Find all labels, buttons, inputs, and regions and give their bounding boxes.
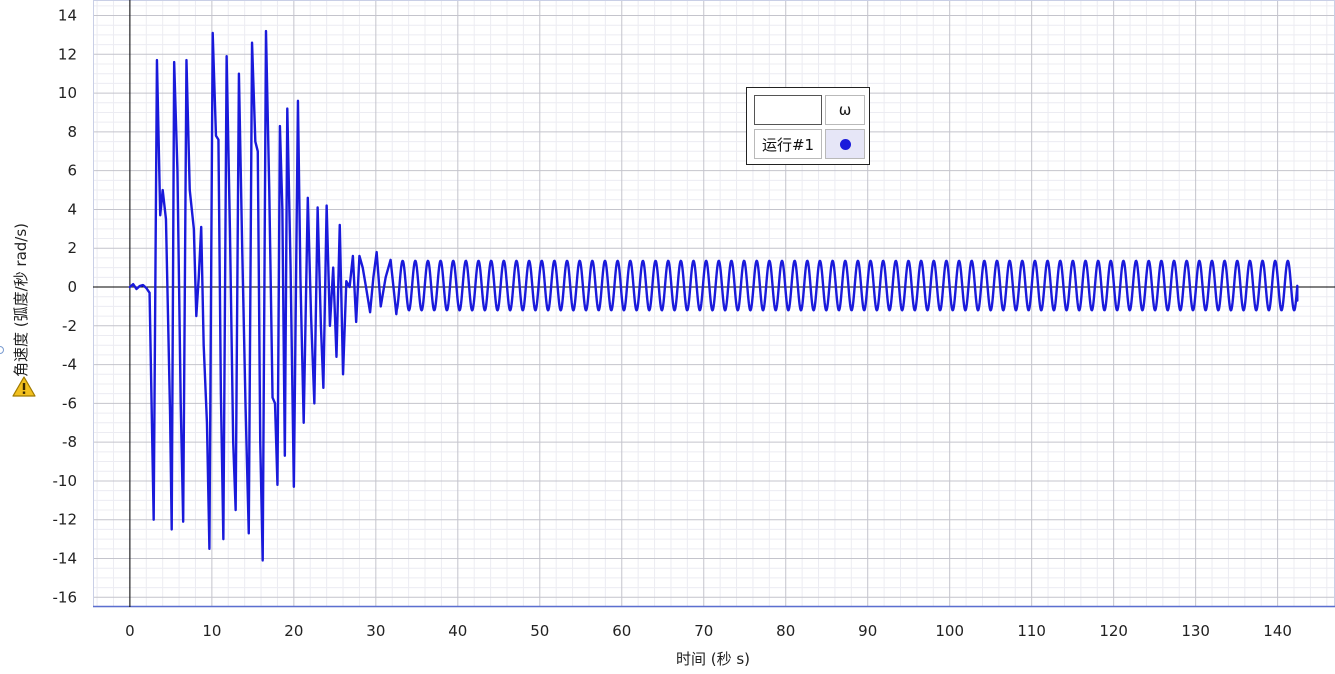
y-tick-label: -8 xyxy=(62,433,77,451)
y-tick-label: 2 xyxy=(67,239,77,257)
x-tick-label: 50 xyxy=(530,622,549,640)
y-tick-label: 12 xyxy=(58,45,77,63)
y-tick-label: 6 xyxy=(67,162,77,180)
x-tick-label: 100 xyxy=(935,622,964,640)
x-tick-label: 110 xyxy=(1017,622,1046,640)
y-tick-labels: 14 12 10 8 6 4 2 0 -2 -4 -6 -8 -10 -12 -14 -16 xyxy=(53,7,78,607)
x-tick-label: 130 xyxy=(1181,622,1210,640)
y-axis-title: 角速度 (弧度/秒 rad/s) xyxy=(12,223,30,377)
legend-header-blank[interactable] xyxy=(754,95,822,125)
x-tick-label: 0 xyxy=(125,622,135,640)
y-tick-label: -14 xyxy=(53,550,78,568)
legend[interactable]: ω 运行#1 xyxy=(746,87,870,165)
x-tick-labels: 0 10 20 30 40 50 60 70 80 90 100 110 120 130 140 xyxy=(125,622,1292,640)
y-tick-label: 8 xyxy=(67,123,77,141)
y-tick-label: -2 xyxy=(62,317,77,335)
x-tick-label: 60 xyxy=(612,622,631,640)
y-tick-label: -16 xyxy=(53,588,78,606)
x-tick-label: 140 xyxy=(1263,622,1292,640)
x-tick-label: 30 xyxy=(366,622,385,640)
y-tick-label: -4 xyxy=(62,356,77,374)
warning-icon[interactable] xyxy=(12,376,36,398)
y-tick-label: 4 xyxy=(67,200,77,218)
y-tick-label: -12 xyxy=(53,511,78,529)
x-tick-label: 20 xyxy=(284,622,303,640)
x-tick-label: 70 xyxy=(694,622,713,640)
x-tick-label: 80 xyxy=(776,622,795,640)
x-tick-label: 120 xyxy=(1099,622,1128,640)
legend-marker-dot xyxy=(839,138,851,150)
x-tick-label: 10 xyxy=(202,622,221,640)
x-axis-title: 时间 (秒 s) xyxy=(676,650,750,668)
y-tick-label: 14 xyxy=(58,7,77,25)
y-tick-label: 10 xyxy=(58,84,77,102)
x-tick-label: 40 xyxy=(448,622,467,640)
legend-run-label: 运行#1 xyxy=(754,129,822,159)
legend-marker-cell[interactable] xyxy=(825,129,865,159)
y-tick-label: -6 xyxy=(62,394,77,412)
x-tick-label: 90 xyxy=(858,622,877,640)
legend-header-symbol: ω xyxy=(825,95,865,125)
chart[interactable]: 0 10 20 30 40 50 60 70 80 90 100 110 120 130 140 14121… xyxy=(0,0,1335,674)
y-tick-label: -10 xyxy=(53,472,78,490)
y-tick-label: 0 xyxy=(67,278,77,296)
